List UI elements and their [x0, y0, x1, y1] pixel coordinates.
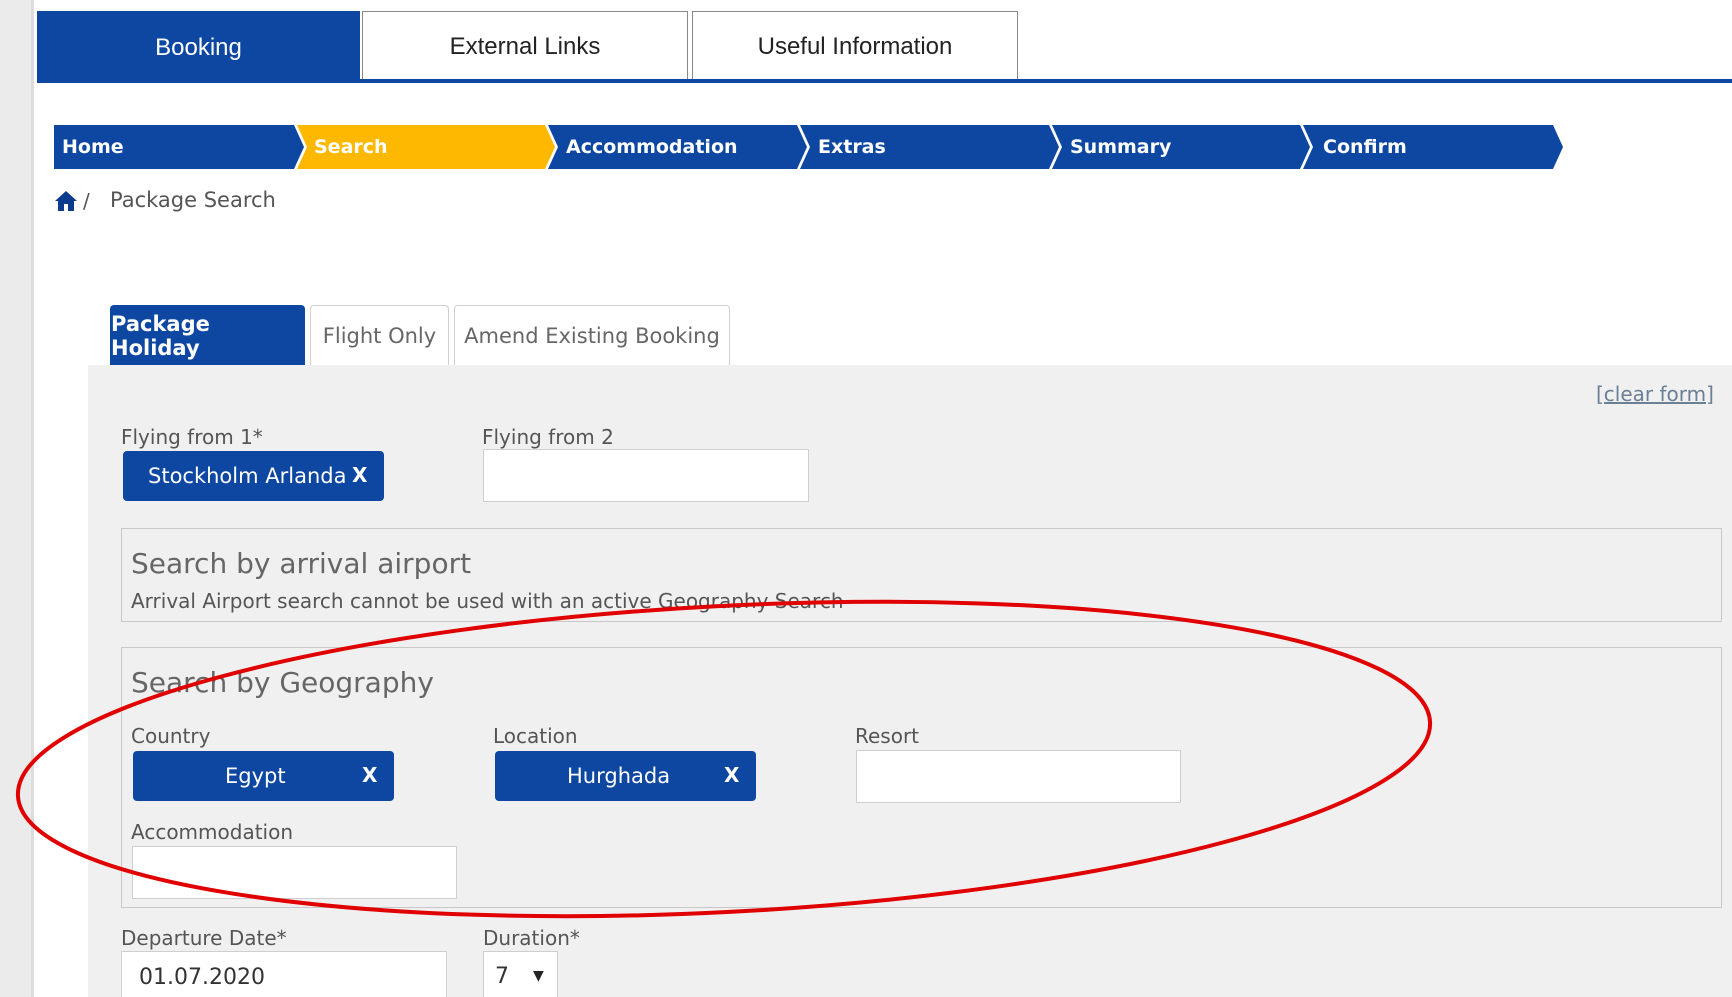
step-extras[interactable]: Extras [818, 125, 886, 169]
step-summary[interactable]: Summary [1070, 125, 1171, 169]
left-gutter [0, 0, 34, 997]
clear-form-link[interactable]: [clear form] [1596, 382, 1714, 406]
step-home[interactable]: Home [62, 125, 124, 169]
tab-flight-only[interactable]: Flight Only [310, 305, 449, 365]
step-accommodation[interactable]: Accommodation [566, 125, 738, 169]
tab-external-links[interactable]: External Links [362, 11, 688, 81]
resort-input[interactable] [856, 750, 1181, 803]
home-icon[interactable] [54, 190, 78, 212]
flying-from-2-input[interactable] [483, 449, 809, 502]
chevron-down-icon: ▼ [533, 968, 544, 984]
booking-steps: Home Search Accommodation Extras Summary… [54, 125, 1564, 169]
arrival-airport-note: Arrival Airport search cannot be used wi… [131, 589, 844, 613]
flying-from-1-chip: Stockholm Arlanda X [123, 451, 384, 501]
tab-useful-information-label: Useful Information [757, 32, 953, 60]
departure-date-input[interactable] [121, 951, 447, 997]
tab-flight-only-label: Flight Only [322, 323, 437, 348]
location-label: Location [493, 724, 578, 748]
location-chip: Hurghada X [495, 751, 756, 801]
breadcrumb-current: Package Search [110, 188, 276, 212]
top-tabs-underline [37, 79, 1732, 83]
geography-title: Search by Geography [131, 666, 434, 699]
remove-country-button[interactable]: X [362, 763, 377, 787]
breadcrumb-separator: / [83, 189, 90, 213]
tab-amend-existing-booking[interactable]: Amend Existing Booking [454, 305, 730, 365]
tab-useful-information[interactable]: Useful Information [692, 11, 1018, 81]
location-value: Hurghada [567, 764, 671, 788]
tab-booking-label: Booking [155, 33, 242, 61]
country-label: Country [131, 724, 211, 748]
step-search[interactable]: Search [314, 125, 388, 169]
flying-from-2-label: Flying from 2 [482, 425, 614, 449]
duration-label: Duration* [483, 926, 580, 950]
arrival-airport-title: Search by arrival airport [131, 547, 472, 580]
remove-flying-from-1-button[interactable]: X [352, 463, 367, 487]
tab-booking[interactable]: Booking [37, 11, 360, 83]
accommodation-label: Accommodation [131, 820, 294, 844]
resort-label: Resort [855, 724, 920, 748]
remove-location-button[interactable]: X [724, 763, 739, 787]
tab-amend-existing-booking-label: Amend Existing Booking [464, 323, 720, 348]
duration-select[interactable]: 7 ▼ [483, 951, 558, 997]
flying-from-1-value: Stockholm Arlanda [148, 464, 347, 488]
tab-external-links-label: External Links [449, 32, 601, 60]
country-chip: Egypt X [133, 751, 394, 801]
accommodation-input[interactable] [132, 846, 457, 899]
tab-package-holiday-label: Package Holiday [111, 311, 210, 360]
flying-from-1-label: Flying from 1* [121, 425, 263, 449]
step-confirm[interactable]: Confirm [1323, 125, 1407, 169]
duration-value: 7 [495, 964, 509, 989]
tab-package-holiday[interactable]: Package Holiday [110, 305, 305, 365]
departure-date-label: Departure Date* [121, 926, 287, 950]
country-value: Egypt [225, 764, 286, 788]
